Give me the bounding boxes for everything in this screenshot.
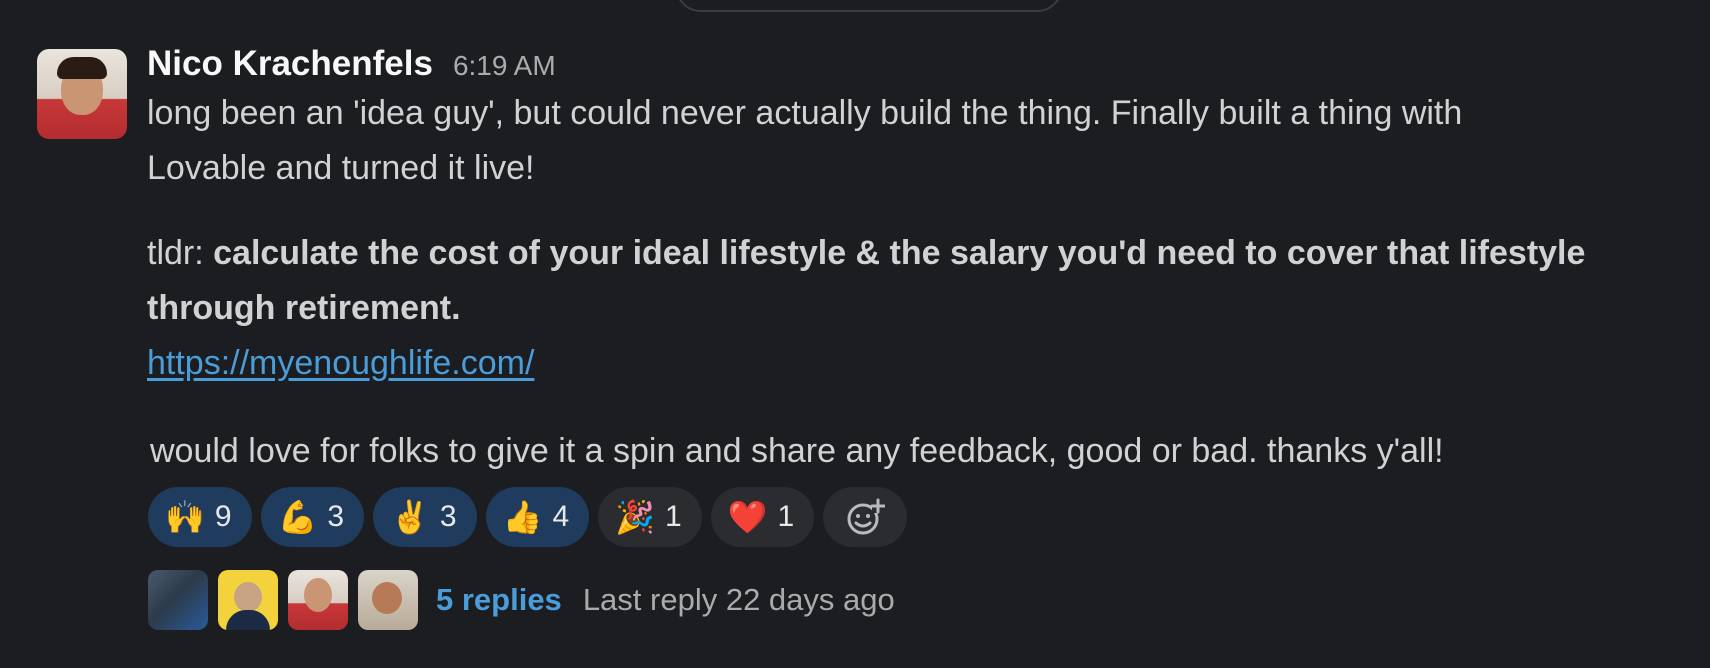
red-heart-icon: ❤️ — [727, 498, 768, 536]
last-reply-time: Last reply 22 days ago — [582, 582, 895, 617]
tldr-bold-text-2: through retirement. — [147, 289, 461, 327]
author-avatar[interactable] — [37, 49, 127, 139]
party-popper-icon: 🎉 — [615, 498, 655, 536]
raised-hands-icon: 🙌 — [165, 498, 205, 536]
avatar-body — [226, 610, 270, 630]
thread-summary[interactable]: 5 replies Last reply 22 days ago — [148, 569, 895, 631]
message-header: Nico Krachenfels 6:19 AM — [147, 44, 556, 92]
tldr-prefix: tldr: — [147, 234, 214, 272]
reactions-bar: 🙌 9 💪 3 ✌️ 3 👍 4 🎉 1 ❤️ 1 — [148, 487, 908, 547]
message: Nico Krachenfels 6:19 AM long been an 'i… — [0, 0, 1710, 668]
message-closing-line: would love for folks to give it a spin a… — [150, 432, 1444, 470]
avatar-hair — [57, 57, 107, 79]
add-reaction-button[interactable] — [823, 487, 908, 547]
reaction-count: 1 — [777, 500, 795, 533]
avatar-head — [304, 578, 332, 612]
reaction-raised-hands[interactable]: 🙌 9 — [148, 487, 252, 547]
replies-count-link[interactable]: 5 replies — [436, 582, 562, 618]
reaction-count: 9 — [214, 500, 232, 533]
tldr-bold-text-1: calculate the cost of your ideal lifesty… — [213, 234, 1586, 272]
thumbs-up-icon: 👍 — [502, 498, 543, 536]
victory-hand-icon: ✌️ — [390, 498, 430, 536]
reaction-flexed-biceps[interactable]: 💪 3 — [260, 487, 365, 547]
thread-participant-avatar — [358, 570, 418, 630]
tldr-line-1: tldr: calculate the cost of your ideal l… — [147, 226, 1585, 281]
thread-participant-avatar — [218, 570, 278, 630]
reaction-count: 3 — [439, 500, 457, 533]
website-link[interactable]: https://myenoughlife.com/ — [147, 344, 534, 382]
author-name[interactable]: Nico Krachenfels — [147, 44, 433, 84]
thread-participant-avatar — [288, 570, 348, 630]
message-link-line: https://myenoughlife.com/ — [147, 336, 534, 391]
reaction-count: 4 — [552, 500, 570, 533]
avatar-head — [372, 582, 402, 614]
reaction-count: 1 — [664, 500, 682, 533]
reaction-red-heart[interactable]: ❤️ 1 — [710, 487, 815, 547]
avatar-head — [234, 582, 262, 612]
reaction-party-popper[interactable]: 🎉 1 — [598, 487, 702, 547]
thread-participant-avatar — [148, 570, 208, 630]
message-line-2: Lovable and turned it live! — [147, 149, 535, 187]
reaction-thumbs-up[interactable]: 👍 4 — [485, 487, 590, 547]
reaction-victory-hand[interactable]: ✌️ 3 — [373, 487, 477, 547]
message-timestamp[interactable]: 6:19 AM — [453, 50, 556, 82]
add-reaction-icon — [847, 498, 886, 535]
message-line-1: long been an 'idea guy', but could never… — [147, 94, 1463, 132]
flexed-biceps-icon: 💪 — [277, 498, 318, 536]
reaction-count: 3 — [327, 500, 345, 533]
